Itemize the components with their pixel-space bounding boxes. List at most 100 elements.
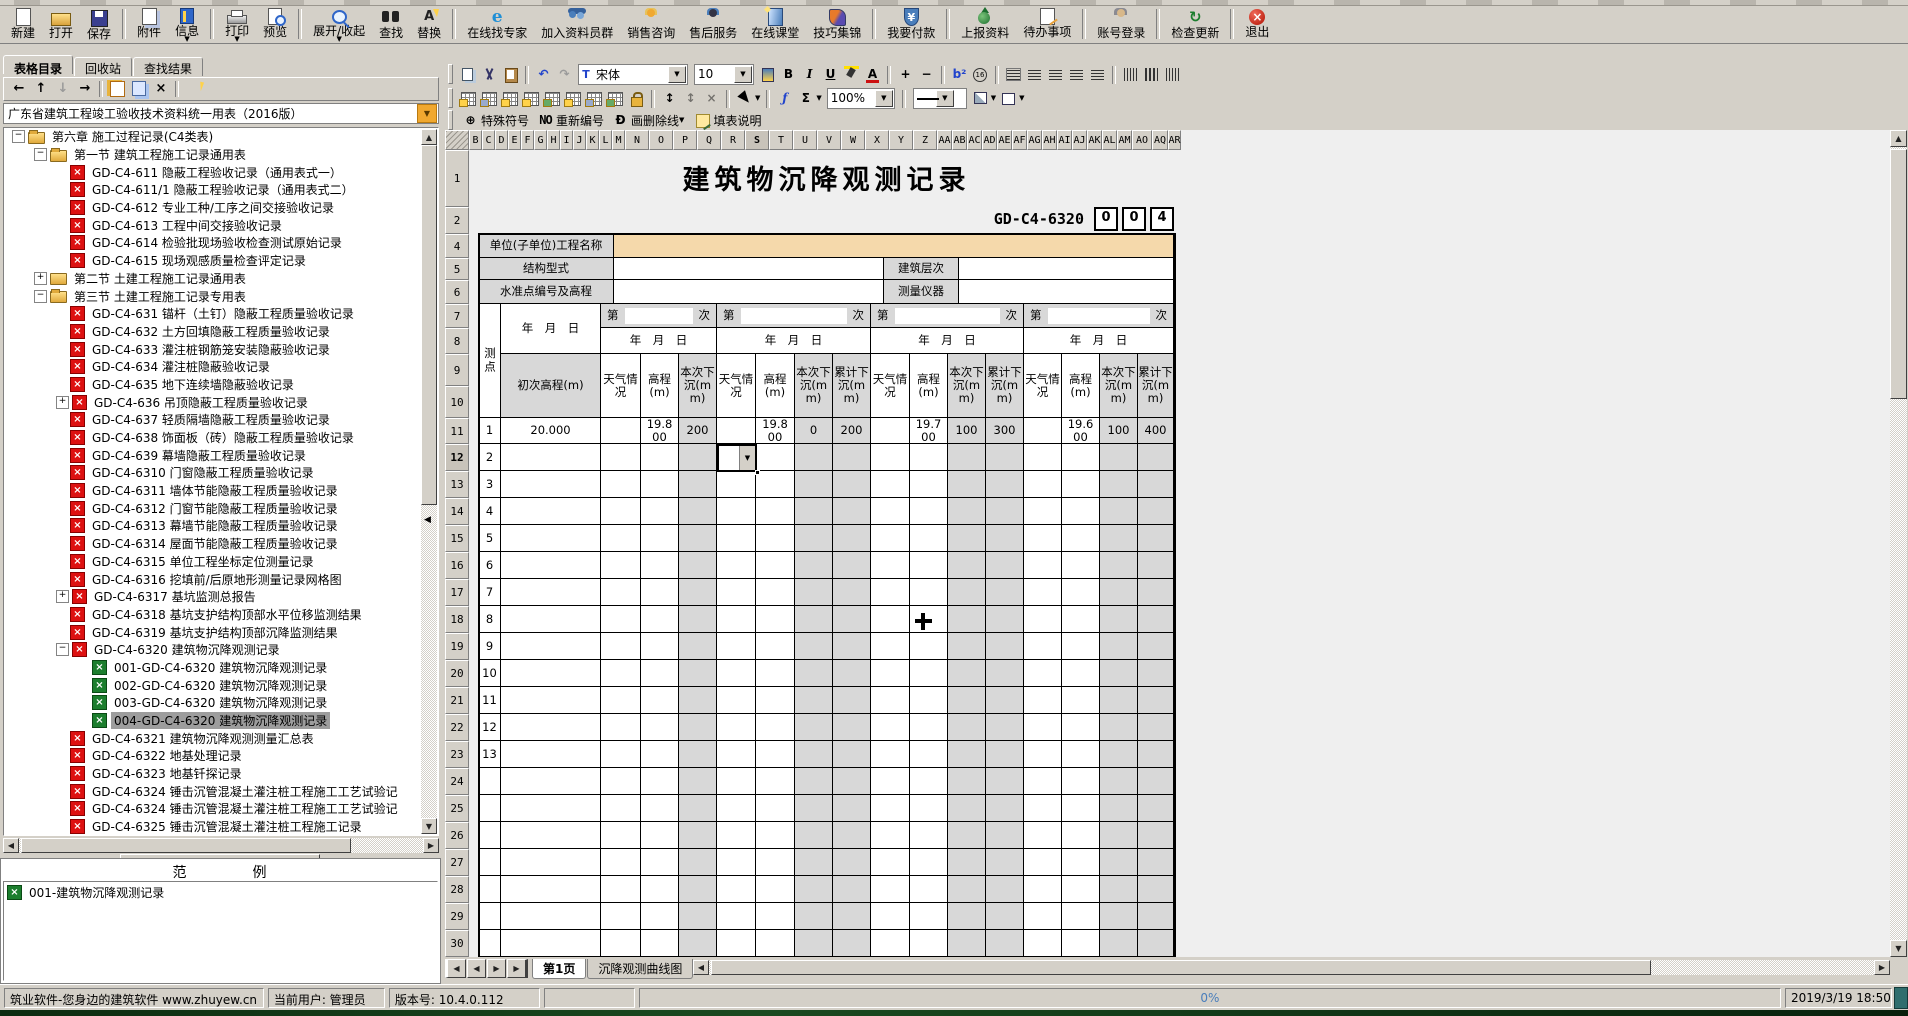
point-cell[interactable] xyxy=(479,876,501,903)
sheet-hscroll-left-button[interactable]: ◀ xyxy=(693,960,709,975)
data-cell[interactable] xyxy=(1138,741,1174,768)
dropdown-arrow-icon[interactable]: ▼ xyxy=(755,94,760,102)
sheet-scroll-up-button[interactable]: ▲ xyxy=(1890,130,1907,147)
row-header-26[interactable]: 26 xyxy=(445,822,469,849)
row-header-17[interactable]: 17 xyxy=(445,579,469,606)
data-cell[interactable] xyxy=(717,903,756,930)
data-cell[interactable] xyxy=(871,876,910,903)
data-cell[interactable] xyxy=(871,552,910,579)
tree-item[interactable]: ×GD-C4-6324 锤击沉管混凝土灌注桩工程施工工艺试验记 xyxy=(4,800,420,818)
row-header-28[interactable]: 28 xyxy=(445,876,469,903)
data-cell[interactable] xyxy=(910,444,948,471)
row-header-21[interactable]: 21 xyxy=(445,687,469,714)
tree-hscrollbar-thumb[interactable] xyxy=(21,838,351,853)
row-header-19[interactable]: 19 xyxy=(445,633,469,660)
linespace-dec-icon[interactable] xyxy=(681,90,700,107)
data-cell[interactable] xyxy=(871,525,910,552)
data-cell[interactable] xyxy=(910,849,948,876)
data-cell[interactable] xyxy=(833,768,871,795)
fill-handle[interactable] xyxy=(755,470,760,475)
data-cell[interactable] xyxy=(871,498,910,525)
tree-item[interactable]: ×GD-C4-6316 挖填前/后原地形测量记录网格图 xyxy=(4,570,420,588)
data-cell[interactable] xyxy=(986,741,1024,768)
row-header-8[interactable]: 8 xyxy=(445,328,469,354)
data-cell[interactable] xyxy=(1100,822,1138,849)
data-cell[interactable] xyxy=(756,903,795,930)
data-cell[interactable] xyxy=(1138,795,1174,822)
row-header-23[interactable]: 23 xyxy=(445,741,469,768)
data-cell[interactable] xyxy=(717,579,756,606)
data-cell[interactable] xyxy=(1100,849,1138,876)
data-cell[interactable] xyxy=(795,714,833,741)
preview-button[interactable]: 预览 xyxy=(256,7,294,43)
data-cell[interactable] xyxy=(833,903,871,930)
data-cell[interactable] xyxy=(601,660,641,687)
sub-date-header[interactable]: 年 月 日 xyxy=(871,328,1024,354)
data-cell[interactable] xyxy=(1062,822,1100,849)
column-header-cell[interactable]: 高程(m) xyxy=(910,354,948,418)
data-cell[interactable] xyxy=(1024,768,1062,795)
data-cell[interactable] xyxy=(1024,471,1062,498)
data-cell[interactable] xyxy=(986,714,1024,741)
data-cell[interactable] xyxy=(795,768,833,795)
column-header-cell[interactable]: 高程(m) xyxy=(641,354,679,418)
initial-elevation-cell[interactable] xyxy=(501,687,601,714)
point-cell[interactable]: 12 xyxy=(479,714,501,741)
tree-expander-plus-icon[interactable]: + xyxy=(56,590,69,603)
data-cell[interactable] xyxy=(833,687,871,714)
data-cell[interactable] xyxy=(910,741,948,768)
column-header-cell[interactable]: 天气情况 xyxy=(1024,354,1062,418)
data-cell[interactable] xyxy=(795,633,833,660)
column-header-T[interactable]: T xyxy=(769,130,793,150)
data-cell[interactable] xyxy=(986,795,1024,822)
instrument-cell[interactable] xyxy=(959,280,1174,304)
column-header-J[interactable]: J xyxy=(573,130,586,150)
data-cell[interactable] xyxy=(756,498,795,525)
ordinal-input-box[interactable] xyxy=(895,308,1000,324)
tree-item[interactable]: ×GD-C4-638 饰面板（砖）隐蔽工程质量验收记录 xyxy=(4,429,420,447)
tree-item[interactable]: −×GD-C4-6320 建筑物沉降观测记录 xyxy=(4,641,420,659)
filter-icon[interactable] xyxy=(182,80,204,98)
sheet-corner-selector[interactable] xyxy=(445,130,469,150)
column-header-S[interactable]: S xyxy=(745,130,769,150)
column-header-U[interactable]: U xyxy=(793,130,817,150)
tree-hscroll-right-button[interactable]: ▶ xyxy=(423,838,439,853)
tree-item[interactable]: ×GD-C4-611 隐蔽工程验收记录（通用表式一） xyxy=(4,163,420,181)
data-cell[interactable] xyxy=(717,633,756,660)
data-cell[interactable] xyxy=(986,606,1024,633)
row-header-1[interactable]: 1 xyxy=(445,150,469,207)
data-cell[interactable] xyxy=(641,444,679,471)
tree-scrollbar-thumb[interactable] xyxy=(421,145,437,505)
sub-date-header[interactable]: 年 月 日 xyxy=(601,328,717,354)
data-cell[interactable] xyxy=(601,552,641,579)
column-header-O[interactable]: O xyxy=(649,130,673,150)
tree-item[interactable]: ×001-GD-C4-6320 建筑物沉降观测记录 xyxy=(4,659,420,677)
data-cell[interactable] xyxy=(948,903,986,930)
renumber-button[interactable]: NO重新编号 xyxy=(537,112,604,129)
data-cell[interactable] xyxy=(1024,498,1062,525)
initial-elevation-cell[interactable] xyxy=(501,849,601,876)
data-cell[interactable] xyxy=(679,498,717,525)
column-header-AH[interactable]: AH xyxy=(1042,130,1057,150)
data-cell[interactable] xyxy=(641,903,679,930)
tree-item[interactable]: ×002-GD-C4-6320 建筑物沉降观测记录 xyxy=(4,676,420,694)
data-cell[interactable] xyxy=(1062,768,1100,795)
underline-button[interactable] xyxy=(821,66,840,83)
nav-left-icon[interactable]: ← xyxy=(8,80,30,98)
bold-button[interactable] xyxy=(779,66,798,83)
point-cell[interactable] xyxy=(479,768,501,795)
data-cell[interactable] xyxy=(1062,741,1100,768)
initial-elevation-cell[interactable] xyxy=(501,525,601,552)
point-cell[interactable] xyxy=(479,930,501,957)
align-right-icon[interactable] xyxy=(1067,66,1086,83)
column-header-AF[interactable]: AF xyxy=(1012,130,1027,150)
initial-elevation-cell[interactable] xyxy=(501,579,601,606)
sum-icon[interactable] xyxy=(796,90,815,107)
data-cell[interactable] xyxy=(833,579,871,606)
data-cell[interactable] xyxy=(1100,606,1138,633)
column-header-AE[interactable]: AE xyxy=(997,130,1012,150)
data-cell[interactable]: 200 xyxy=(679,418,717,444)
increase-font-button[interactable] xyxy=(896,66,915,83)
data-cell[interactable] xyxy=(1100,741,1138,768)
row-header-22[interactable]: 22 xyxy=(445,714,469,741)
